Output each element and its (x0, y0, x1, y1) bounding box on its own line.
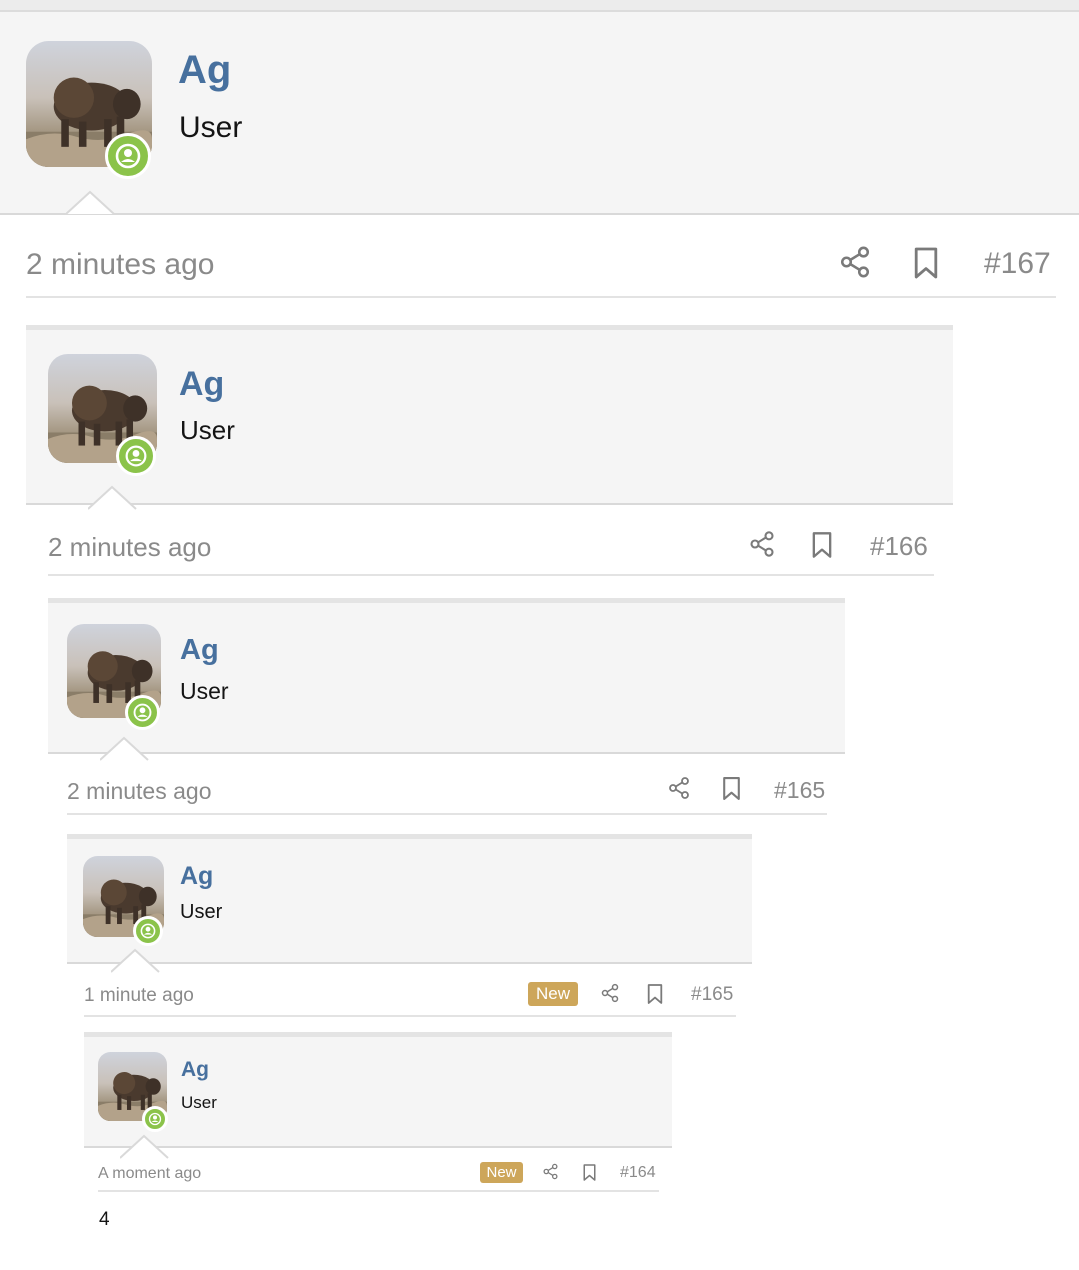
user-online-icon (116, 436, 156, 476)
post-time[interactable]: 1 minute ago (84, 984, 194, 1008)
user-online-icon (125, 695, 160, 730)
user-title: User (180, 678, 229, 704)
post-header: Ag User (67, 834, 752, 964)
post-time[interactable]: 2 minutes ago (48, 531, 211, 563)
share-icon[interactable] (667, 775, 691, 801)
post-meta: 1 minute ago New #165 (84, 979, 736, 1017)
post: Ag User 2 minutes ago #166 (26, 325, 953, 577)
username-link[interactable]: Ag (180, 861, 213, 891)
user-online-icon (133, 916, 163, 946)
user-title: User (181, 1093, 217, 1112)
new-badge: New (528, 982, 578, 1006)
user-title: User (180, 415, 235, 445)
bookmark-icon[interactable] (721, 776, 742, 801)
post-number[interactable]: #165 (774, 776, 825, 804)
post-header: Ag User (0, 10, 1079, 215)
post-meta: 2 minutes ago #166 (48, 525, 934, 576)
post-number[interactable]: #166 (870, 530, 928, 562)
post: Ag User 2 minutes ago #165 (48, 598, 845, 816)
username-link[interactable]: Ag (181, 1057, 209, 1083)
post-body: 4 (99, 1209, 110, 1230)
bookmark-icon[interactable] (646, 983, 664, 1005)
post-meta: 2 minutes ago #167 (26, 240, 1056, 298)
post: Ag User 1 minute ago New #165 (67, 834, 752, 1018)
share-icon[interactable] (542, 1162, 559, 1181)
post-header: Ag User (84, 1032, 672, 1148)
post-time[interactable]: 2 minutes ago (67, 777, 211, 805)
user-title: User (179, 111, 243, 144)
post-meta: A moment ago New #164 (98, 1159, 659, 1192)
bookmark-icon[interactable] (912, 246, 940, 280)
post-header: Ag User (48, 598, 845, 754)
username-link[interactable]: Ag (179, 364, 224, 404)
post-time[interactable]: 2 minutes ago (26, 247, 214, 283)
user-online-icon (142, 1106, 168, 1132)
username-link[interactable]: Ag (180, 633, 219, 667)
share-icon[interactable] (748, 529, 776, 559)
bookmark-icon[interactable] (810, 531, 834, 559)
post-header: Ag User (26, 325, 953, 505)
user-title: User (180, 901, 223, 923)
share-icon[interactable] (838, 244, 872, 280)
post: Ag User A moment ago New #164 4 (84, 1032, 672, 1270)
post-time[interactable]: A moment ago (98, 1163, 201, 1185)
post-number[interactable]: #167 (984, 246, 1051, 282)
post-number[interactable]: #164 (620, 1162, 656, 1184)
post-meta: 2 minutes ago #165 (67, 771, 827, 815)
post-number[interactable]: #165 (691, 983, 733, 1007)
username-link[interactable]: Ag (178, 46, 231, 94)
bookmark-icon[interactable] (582, 1163, 597, 1182)
share-icon[interactable] (600, 982, 620, 1004)
new-badge: New (480, 1162, 523, 1183)
user-online-icon (105, 133, 151, 179)
post: Ag User 2 minutes ago #167 (0, 0, 1079, 300)
